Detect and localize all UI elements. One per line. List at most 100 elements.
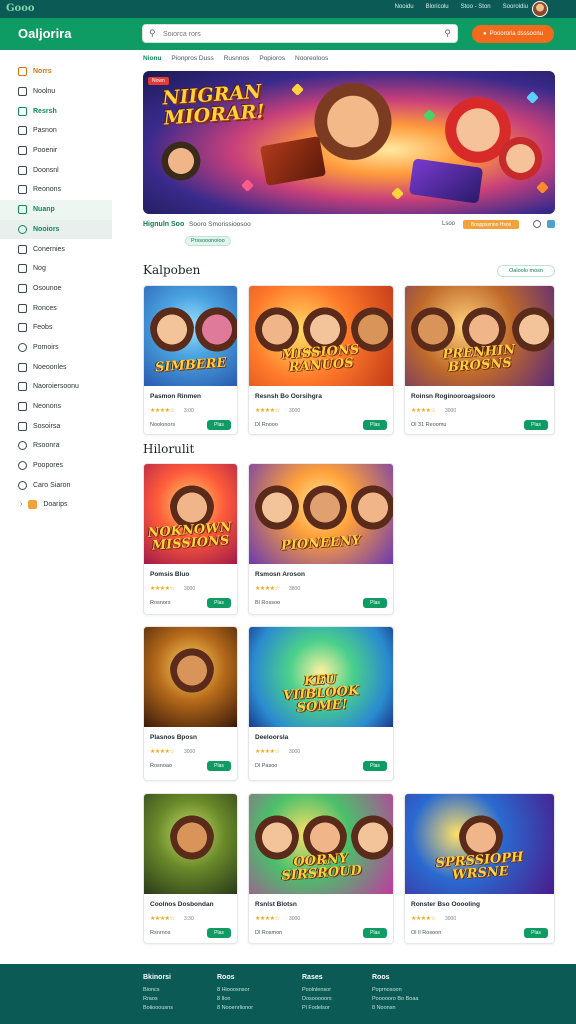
sidebar-item[interactable]: Nuanp [0,199,112,220]
play-button[interactable]: Plas [207,928,231,938]
game-thumbnail[interactable]: PRENHIN BROSNS [405,286,554,386]
footer-link[interactable]: Dosooooors [302,995,332,1004]
sidebar-item[interactable]: Nog [0,259,112,279]
footer-link[interactable]: Boiiooousns [143,1004,173,1013]
sidebar-item-label: Ronces [33,304,57,312]
footer-link[interactable]: Rraos [143,995,173,1004]
sidebar-item[interactable]: › Doarips [0,495,112,515]
mini-logo[interactable]: Gooo [6,3,35,14]
game-card[interactable]: PRENHIN BROSNS Roinsn Roginooroagsiooro ★★… [404,285,555,435]
hero-pill[interactable]: Bosppssnoo Hsos [463,220,519,229]
game-thumbnail[interactable]: PIONEENY [249,464,393,564]
sidebar-item[interactable]: Nooiors [0,219,112,240]
tab-2[interactable]: Pionpros Duss [171,55,213,62]
game-card[interactable]: SPRSSIOPH WRSNE Ronster Bso Ooooling ★★★★☆… [404,793,555,944]
game-title[interactable]: Coolnos Dosbondan [150,901,214,908]
sidebar-item[interactable]: Poopores [0,456,112,476]
play-button[interactable]: Plas [524,420,548,430]
sidebar-item[interactable]: Feobs [0,318,112,338]
top-link[interactable]: Sooroldiu [503,4,528,10]
footer-link[interactable]: Poooooro Bo Boaa [372,995,418,1004]
game-thumbnail[interactable]: KEU VIIBLOOK SOME! [249,627,393,727]
play-button[interactable]: Plas [207,761,231,771]
sidebar-item[interactable]: Norrs [0,62,112,82]
avatar[interactable] [532,1,548,17]
sidebar-item[interactable]: Rsoonra [0,436,112,456]
cta-label: Pooororia dsssoonu [489,31,543,37]
view-all-button[interactable]: Oaloolo mosn [497,265,555,277]
sidebar-item[interactable]: Sosoirsa [0,416,112,436]
hero-game-name[interactable]: Hignuln Soo [143,221,184,228]
sidebar-item[interactable]: Pomoirs [0,338,112,358]
footer-link[interactable]: 8 Ilon [217,995,253,1004]
game-card[interactable]: NOKNOWN MISSIONS Pomsis Bluo ★★★★☆ 3000 Rosn… [143,463,238,615]
tab-3[interactable]: Rusnnos [224,55,250,62]
game-thumbnail[interactable]: NOKNOWN MISSIONS [144,464,237,564]
play-button[interactable]: Plas [363,420,387,430]
game-card[interactable]: PIONEENY Rsmosn Aroson ★★★★☆ 3800 Bl Rossoo P… [248,463,394,615]
game-title[interactable]: Plasnos Bposn [150,734,197,741]
game-title[interactable]: Resnsh Bo Oorsihgra [255,393,322,400]
game-title[interactable]: Rsmosn Aroson [255,571,305,578]
sidebar-item[interactable]: Pasnon [0,121,112,141]
sidebar-item[interactable]: Ronces [0,298,112,318]
footer-link[interactable]: 8 Noonsn [372,1004,418,1013]
sidebar-item[interactable]: Conernies [0,239,112,259]
sidebar-item[interactable]: Doonsnl [0,160,112,180]
top-link[interactable]: Stoo - Ston [461,4,491,10]
search-bar: ⚲ ⚲ [142,24,458,43]
game-card[interactable]: OORNY SIRSROUD Rsnlst Blotsn ★★★★☆ 3000 Dl R… [248,793,394,944]
sidebar-item[interactable]: Pooenir [0,141,112,161]
game-title[interactable]: Pasmon Rinmen [150,393,201,400]
sidebar-item[interactable]: Resrsh [0,101,112,121]
game-title[interactable]: Ronster Bso Ooooling [411,901,480,908]
top-link[interactable]: Nooidu [395,4,414,10]
game-thumbnail[interactable]: SPRSSIOPH WRSNE [405,794,554,894]
footer-link[interactable]: 8 Nooenrlionor [217,1004,253,1013]
game-card[interactable]: KEU VIIBLOOK SOME! Deeloorsla ★★★★☆ 3000 Dl … [248,626,394,781]
game-title[interactable]: Pomsis Bluo [150,571,189,578]
game-card[interactable]: SIMBERE Pasmon Rinmen ★★★★☆ 3:00 Noolonors Pl… [143,285,238,435]
footer-link[interactable]: Poolnlensor [302,986,332,995]
sidebar-item[interactable]: Noolnu [0,82,112,102]
top-link[interactable]: Bloricolu [426,4,449,10]
sidebar-item[interactable]: Neonons [0,397,112,417]
cta-button[interactable]: ● Pooororia dsssoonu [472,25,554,43]
hero-banner[interactable]: Nown NIIGRAN MIORAR! [143,71,555,214]
game-thumbnail[interactable] [144,627,237,727]
footer-link[interactable]: Pl Fodelsor [302,1004,332,1013]
brand-logo[interactable]: Oaljorira [18,26,71,41]
game-thumbnail[interactable]: OORNY SIRSROUD [249,794,393,894]
sidebar-item[interactable]: Reonons [0,180,112,200]
hero-tag[interactable]: Prssooonoioo [185,236,231,246]
sidebar-item[interactable]: Osounoe [0,279,112,299]
sidebar-item[interactable]: Noeoonles [0,357,112,377]
tab-1[interactable]: Nionu [143,55,161,62]
more-icon[interactable] [547,220,555,228]
play-button[interactable]: Plas [524,928,548,938]
game-card[interactable]: Coolnos Dosbondan ★★★★☆ 3:30 Rsnrnos Plas [143,793,238,944]
search-submit-icon[interactable]: ⚲ [444,28,451,39]
play-button[interactable]: Plas [363,928,387,938]
search-input[interactable] [163,27,433,41]
play-button[interactable]: Plas [363,598,387,608]
game-title[interactable]: Deeloorsla [255,734,288,741]
game-card[interactable]: Plasnos Bposn ★★★★☆ 3000 Rosnoao Plas [143,626,238,781]
sidebar-item[interactable]: Caro Siaron [0,475,112,495]
tab-4[interactable]: Popioros [259,55,285,62]
game-thumbnail[interactable] [144,794,237,894]
play-button[interactable]: Plas [207,420,231,430]
play-button[interactable]: Plas [207,598,231,608]
game-title[interactable]: Roinsn Roginooroagsiooro [411,393,495,400]
footer-link[interactable]: Poprnosoon [372,986,418,995]
play-button[interactable]: Plas [363,761,387,771]
game-thumbnail[interactable]: SIMBERE [144,286,237,386]
game-card[interactable]: MISSIONS RANUOS Resnsh Bo Oorsihgra ★★★★☆ 3… [248,285,394,435]
share-icon[interactable] [533,220,541,228]
game-thumbnail[interactable]: MISSIONS RANUOS [249,286,393,386]
footer-link[interactable]: Bioncs [143,986,173,995]
sidebar-item[interactable]: Naoroiersoonu [0,377,112,397]
tab-5[interactable]: Nooreoloos [295,55,328,62]
game-title[interactable]: Rsnlst Blotsn [255,901,297,908]
footer-link[interactable]: 8 Hiooosnsor [217,986,253,995]
